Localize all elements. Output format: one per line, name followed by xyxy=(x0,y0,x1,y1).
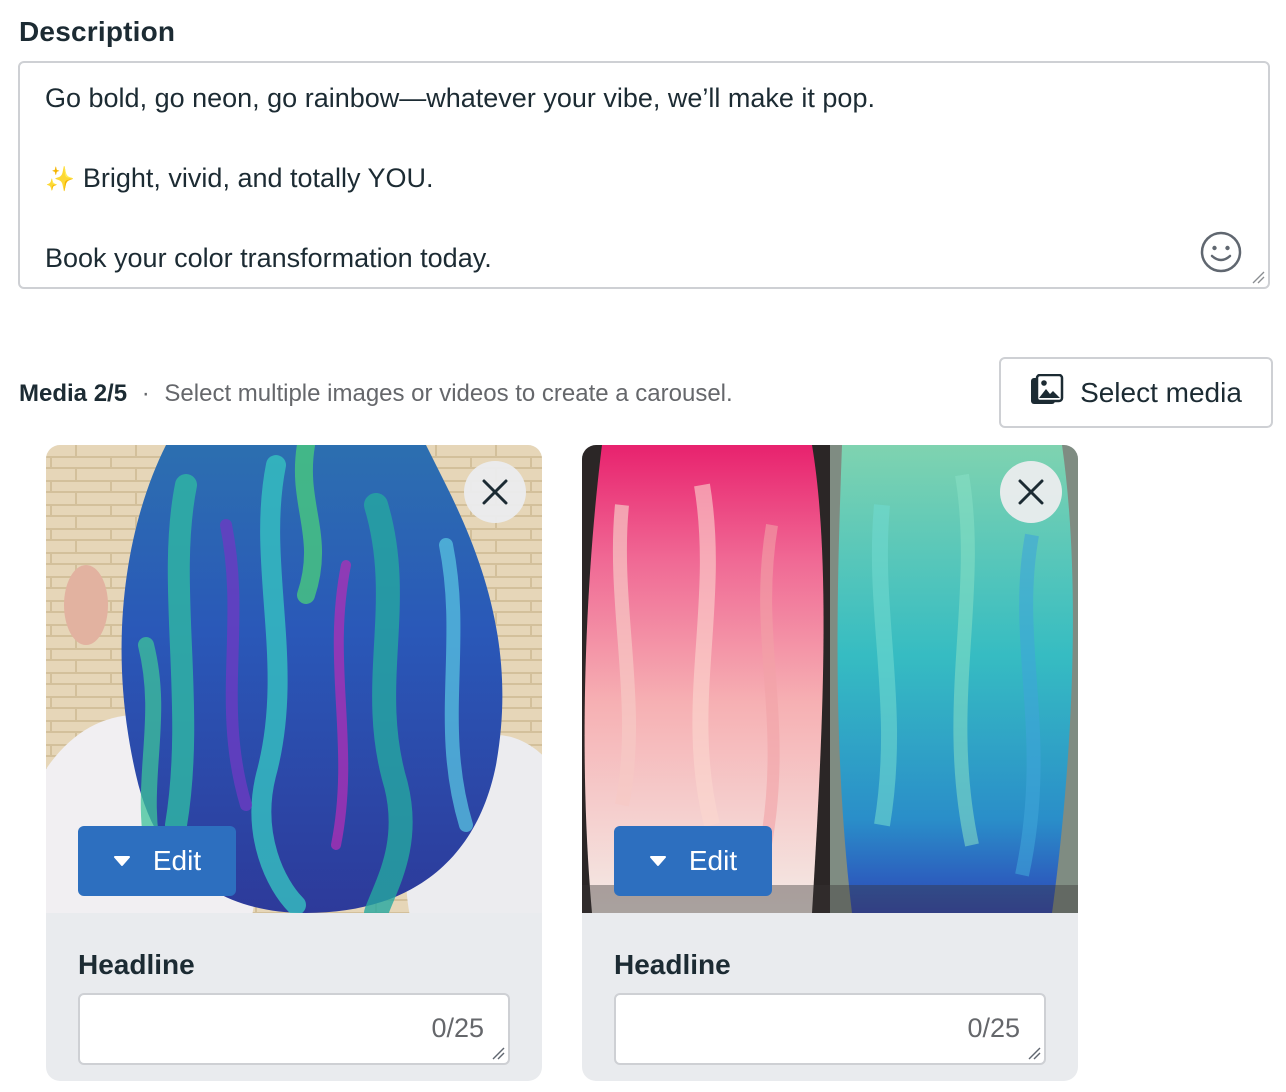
headline-field[interactable] xyxy=(90,1005,394,1055)
headline-label: Headline xyxy=(614,949,731,980)
media-hint: Select multiple images or videos to crea… xyxy=(164,380,733,407)
media-card-2: Edit Headline 0/25 xyxy=(582,445,1078,1081)
edit-button[interactable]: Edit xyxy=(78,826,236,896)
remove-media-button[interactable] xyxy=(1000,461,1062,523)
select-media-label: Select media xyxy=(1080,376,1242,408)
edit-label: Edit xyxy=(688,845,738,876)
select-media-button[interactable]: Select media xyxy=(999,357,1273,428)
remove-media-button[interactable] xyxy=(464,461,526,523)
media-section-label: Media 2/5 · Select multiple images or vi… xyxy=(19,380,733,408)
headline-label: Headline xyxy=(78,949,195,980)
edit-label: Edit xyxy=(152,845,202,876)
edit-button[interactable]: Edit xyxy=(614,826,772,896)
headline-char-counter: 0/25 xyxy=(967,1013,1020,1043)
caret-down-icon xyxy=(649,856,666,866)
close-icon xyxy=(482,479,508,505)
emoji-picker-icon[interactable] xyxy=(1200,231,1242,273)
caret-down-icon xyxy=(113,856,130,866)
media-separator: · xyxy=(141,380,150,407)
sparkle-icon: ✨ xyxy=(45,166,75,193)
media-title: Media xyxy=(19,380,88,407)
description-label: Description xyxy=(19,16,176,47)
media-gallery-icon xyxy=(1030,373,1064,411)
headline-char-counter: 0/25 xyxy=(431,1013,484,1043)
headline-field[interactable] xyxy=(626,1005,930,1055)
headline-input[interactable]: 0/25 xyxy=(78,993,510,1065)
description-line-2-text: Bright, vivid, and totally YOU. xyxy=(82,163,434,193)
close-icon xyxy=(1018,479,1044,505)
resize-handle-icon[interactable] xyxy=(1027,1046,1041,1060)
resize-handle-icon[interactable] xyxy=(491,1046,505,1060)
description-line-3: Book your color transformation today. xyxy=(45,243,492,273)
headline-input[interactable]: 0/25 xyxy=(614,993,1046,1065)
description-textarea[interactable]: Go bold, go neon, go rainbow—whatever yo… xyxy=(18,61,1270,289)
media-count: 2/5 xyxy=(93,380,128,407)
description-line-2: ✨ Bright, vivid, and totally YOU. xyxy=(45,163,434,194)
media-card-1: Edit Headline 0/25 xyxy=(46,445,542,1081)
resize-handle-icon[interactable] xyxy=(1251,270,1265,284)
description-line-1: Go bold, go neon, go rainbow—whatever yo… xyxy=(45,83,875,113)
